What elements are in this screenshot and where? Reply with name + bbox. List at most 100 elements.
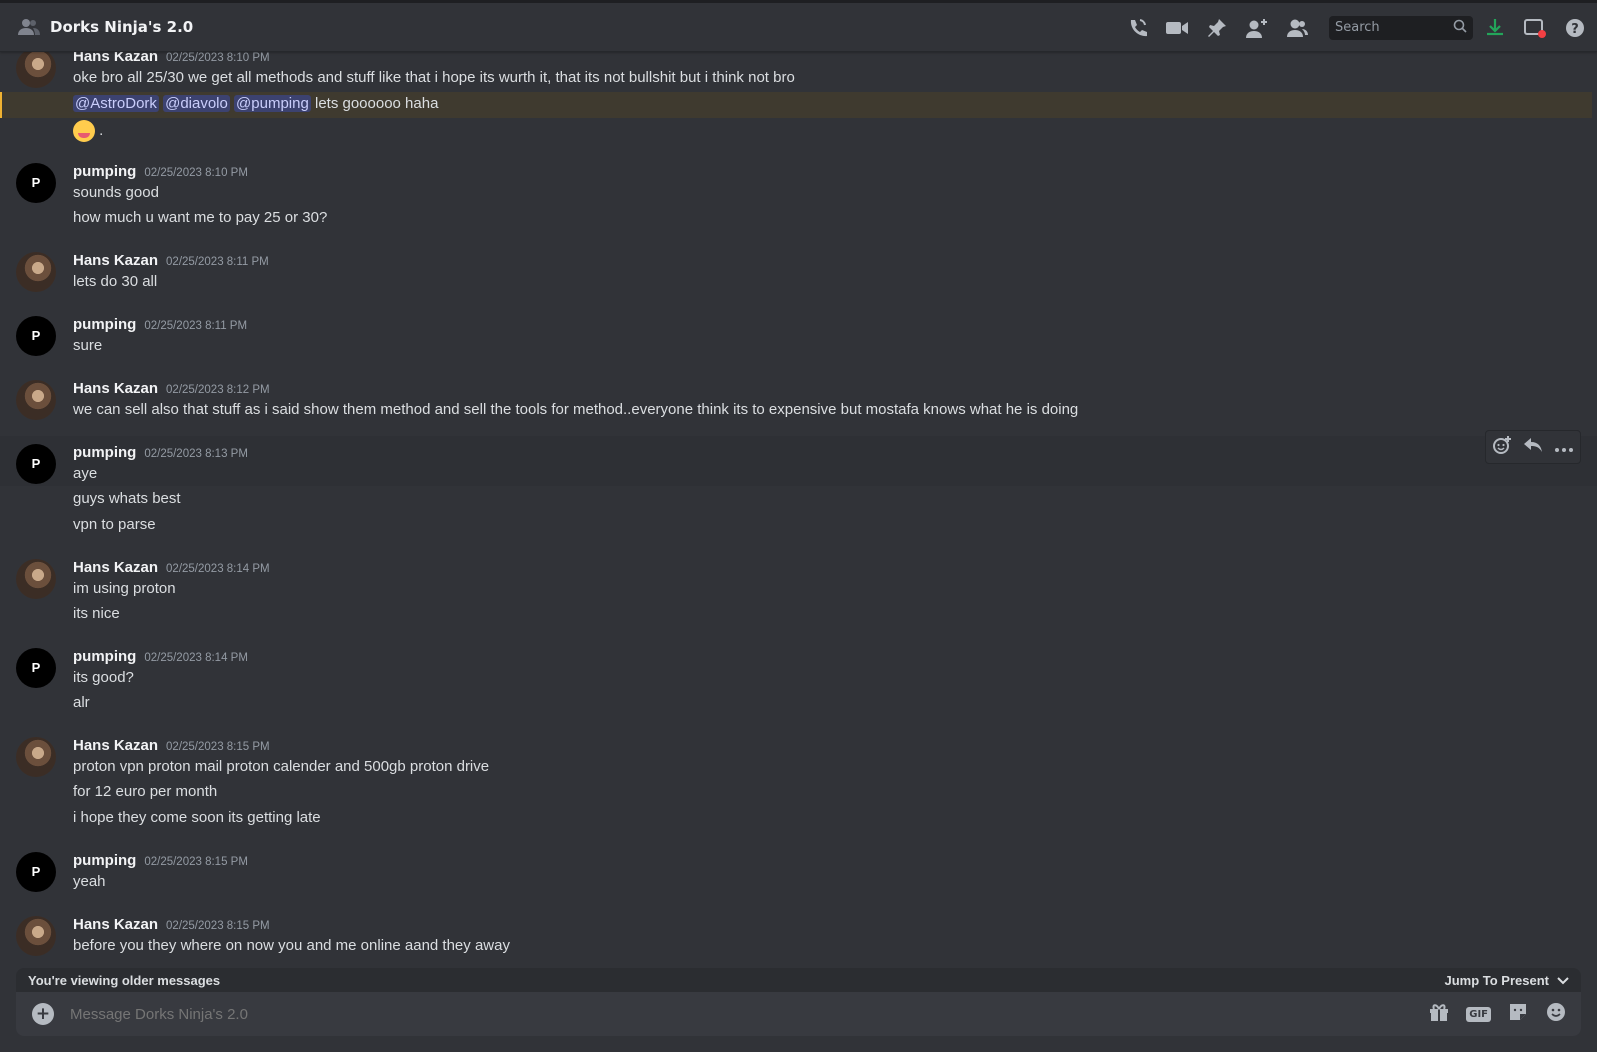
timestamp: 02/25/2023 8:11 PM <box>144 320 248 332</box>
phone-icon[interactable] <box>1125 16 1149 40</box>
timestamp: 02/25/2023 8:11 PM <box>166 256 269 268</box>
older-messages-text: You're viewing older messages <box>28 972 221 988</box>
avatar-letter: P <box>31 660 41 675</box>
members-icon[interactable] <box>1285 16 1309 40</box>
more-options-icon[interactable] <box>1554 438 1574 457</box>
add-member-icon[interactable] <box>1245 16 1269 40</box>
message-text: alr <box>73 694 90 711</box>
message-header: Hans Kazan 02/25/2023 8:15 PM <box>73 916 270 933</box>
timestamp: 02/25/2023 8:10 PM <box>144 167 248 179</box>
message-header: pumping 02/25/2023 8:13 PM <box>73 444 248 461</box>
help-icon[interactable]: ? <box>1563 16 1587 40</box>
author-name[interactable]: Hans Kazan <box>73 916 158 933</box>
mention-diavolo[interactable]: @diavolo <box>163 95 230 112</box>
message-text: im using proton <box>73 580 176 597</box>
author-name[interactable]: Hans Kazan <box>73 252 158 269</box>
message-header: Hans Kazan 02/25/2023 8:12 PM <box>73 380 270 397</box>
search-icon <box>1453 19 1467 37</box>
message-header: Hans Kazan 02/25/2023 8:15 PM <box>73 737 270 754</box>
search-input[interactable]: Search <box>1329 15 1473 40</box>
avatar[interactable] <box>16 916 56 956</box>
author-name[interactable]: pumping <box>73 648 136 665</box>
chevron-down-icon <box>1557 973 1569 988</box>
author-name[interactable]: pumping <box>73 163 136 180</box>
message-header: pumping 02/25/2023 8:15 PM <box>73 852 248 869</box>
upload-plus-icon[interactable]: + <box>32 1003 54 1025</box>
message-text: oke bro all 25/30 we get all methods and… <box>73 69 795 86</box>
author-name[interactable]: Hans Kazan <box>73 737 158 754</box>
message-header: pumping 02/25/2023 8:10 PM <box>73 163 248 180</box>
avatar[interactable]: P <box>16 316 56 356</box>
message-text: its nice <box>73 605 120 622</box>
composer-tools: GIF <box>1428 1001 1567 1027</box>
message-list[interactable]: Hans Kazan 02/25/2023 8:10 PM oke bro al… <box>0 52 1597 968</box>
gift-icon[interactable] <box>1428 1001 1450 1027</box>
author-name[interactable]: Hans Kazan <box>73 380 158 397</box>
avatar[interactable] <box>16 52 56 88</box>
message-header: Hans Kazan 02/25/2023 8:10 PM <box>73 52 270 65</box>
timestamp: 02/25/2023 8:14 PM <box>144 652 248 664</box>
jump-to-present-label: Jump To Present <box>1444 972 1549 988</box>
avatar[interactable]: P <box>16 163 56 203</box>
avatar[interactable] <box>16 559 56 599</box>
author-name[interactable]: Hans Kazan <box>73 559 158 576</box>
video-icon[interactable] <box>1165 16 1189 40</box>
emoji-picker-icon[interactable] <box>1545 1001 1567 1027</box>
message-hover-toolbar <box>1485 430 1581 464</box>
message-input[interactable] <box>70 1005 1429 1023</box>
message-text: before you they where on now you and me … <box>73 937 510 954</box>
message-text: sure <box>73 337 103 354</box>
pin-icon[interactable] <box>1205 16 1229 40</box>
timestamp: 02/25/2023 8:10 PM <box>166 52 270 64</box>
mention-pumping[interactable]: @pumping <box>234 95 311 112</box>
avatar[interactable]: P <box>16 648 56 688</box>
avatar[interactable] <box>16 252 56 292</box>
gif-button[interactable]: GIF <box>1466 1006 1491 1022</box>
jump-to-present-button[interactable]: Jump To Present <box>1444 973 1569 988</box>
mention-astrodork[interactable]: @AstroDork <box>73 95 159 112</box>
emoji-suffix: . <box>99 121 104 139</box>
message-text: yeah <box>73 873 106 890</box>
message-text: we can sell also that stuff as i said sh… <box>73 401 1079 418</box>
screen-share-icon[interactable] <box>1523 16 1547 40</box>
message-text: guys whats best <box>73 490 181 507</box>
message-header: Hans Kazan 02/25/2023 8:14 PM <box>73 559 270 576</box>
timestamp: 02/25/2023 8:12 PM <box>166 384 270 396</box>
author-name[interactable]: pumping <box>73 444 136 461</box>
author-name[interactable]: pumping <box>73 852 136 869</box>
message-text: . <box>73 120 103 142</box>
search-placeholder: Search <box>1335 20 1380 35</box>
message-text: how much u want me to pay 25 or 30? <box>73 209 328 226</box>
add-reaction-icon[interactable] <box>1492 435 1512 459</box>
timestamp: 02/25/2023 8:15 PM <box>166 920 270 932</box>
message-header: Hans Kazan 02/25/2023 8:11 PM <box>73 252 269 269</box>
message-header: pumping 02/25/2023 8:11 PM <box>73 316 247 333</box>
avatar-letter: P <box>31 864 41 879</box>
message-text: lets do 30 all <box>73 273 158 290</box>
avatar[interactable] <box>16 380 56 420</box>
message-text: proton vpn proton mail proton calender a… <box>73 758 490 775</box>
avatar[interactable]: P <box>16 444 56 484</box>
timestamp: 02/25/2023 8:15 PM <box>166 741 270 753</box>
message-text: its good? <box>73 669 134 686</box>
avatar-letter: P <box>31 175 41 190</box>
author-name[interactable]: Hans Kazan <box>73 52 158 65</box>
avatar[interactable]: P <box>16 852 56 892</box>
channel-title: Dorks Ninja's 2.0 <box>50 18 194 36</box>
author-name[interactable]: pumping <box>73 316 136 333</box>
message-text: i hope they come soon its getting late <box>73 809 321 826</box>
inbox-download-icon[interactable] <box>1483 16 1507 40</box>
message-text: @AstroDork @diavolo @pumping lets gooooo… <box>73 95 438 112</box>
timestamp: 02/25/2023 8:13 PM <box>144 448 248 460</box>
message-composer: + GIF <box>16 992 1581 1036</box>
message-text: aye <box>73 465 98 482</box>
header-toolbar: Search ? <box>1125 3 1597 52</box>
sticker-icon[interactable] <box>1507 1001 1529 1027</box>
avatar[interactable] <box>16 737 56 777</box>
timestamp: 02/25/2023 8:14 PM <box>166 563 270 575</box>
message-text: for 12 euro per month <box>73 783 218 800</box>
reply-icon[interactable] <box>1523 436 1543 458</box>
squinting-tongue-emoji-icon[interactable] <box>73 120 95 142</box>
svg-text:?: ? <box>1571 22 1579 37</box>
message-text: vpn to parse <box>73 516 156 533</box>
